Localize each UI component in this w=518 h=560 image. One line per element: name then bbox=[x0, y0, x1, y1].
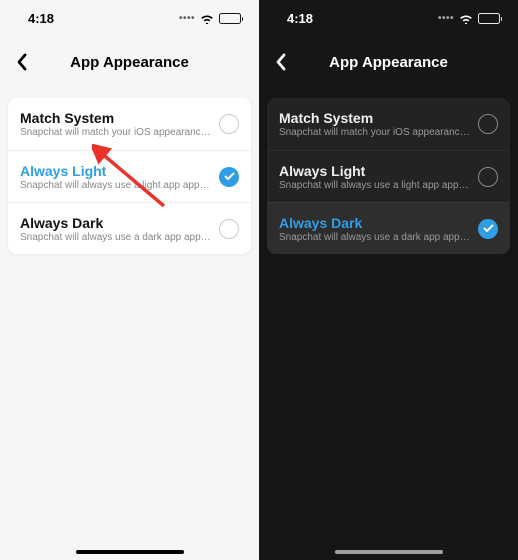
option-subtitle: Snapchat will match your iOS appearance … bbox=[279, 127, 470, 138]
option-always-dark[interactable]: Always Dark Snapchat will always use a d… bbox=[8, 202, 251, 254]
option-title: Match System bbox=[279, 110, 470, 126]
nav-header: App Appearance bbox=[0, 42, 259, 82]
option-subtitle: Snapchat will always use a light app app… bbox=[20, 180, 211, 191]
status-bar: 4:18 •••• bbox=[0, 0, 259, 36]
nav-header: App Appearance bbox=[259, 42, 518, 82]
radio-selected-icon[interactable] bbox=[478, 219, 498, 239]
option-title: Always Dark bbox=[279, 215, 470, 231]
home-indicator[interactable] bbox=[76, 550, 184, 554]
appearance-options-list: Match System Snapchat will match your iO… bbox=[8, 98, 251, 254]
radio-unselected-icon[interactable] bbox=[478, 114, 498, 134]
wifi-icon bbox=[459, 13, 473, 24]
page-title: App Appearance bbox=[303, 54, 518, 71]
option-always-dark[interactable]: Always Dark Snapchat will always use a d… bbox=[267, 202, 510, 254]
appearance-options-list: Match System Snapchat will match your iO… bbox=[267, 98, 510, 254]
status-right: •••• bbox=[438, 13, 500, 24]
option-match-system[interactable]: Match System Snapchat will match your iO… bbox=[8, 98, 251, 150]
status-time: 4:18 bbox=[28, 11, 54, 26]
option-match-system[interactable]: Match System Snapchat will match your iO… bbox=[267, 98, 510, 150]
page-title: App Appearance bbox=[44, 54, 259, 71]
option-always-light[interactable]: Always Light Snapchat will always use a … bbox=[8, 150, 251, 202]
phone-light: 4:18 •••• App Appearance Match System Sn… bbox=[0, 0, 259, 560]
battery-icon bbox=[478, 13, 500, 24]
status-right: •••• bbox=[179, 13, 241, 24]
status-bar: 4:18 •••• bbox=[259, 0, 518, 36]
battery-icon bbox=[219, 13, 241, 24]
radio-selected-icon[interactable] bbox=[219, 167, 239, 187]
option-subtitle: Snapchat will match your iOS appearance … bbox=[20, 127, 211, 138]
option-subtitle: Snapchat will always use a dark app appe… bbox=[279, 232, 470, 243]
back-button[interactable] bbox=[259, 53, 303, 71]
option-subtitle: Snapchat will always use a light app app… bbox=[279, 180, 470, 191]
radio-unselected-icon[interactable] bbox=[478, 167, 498, 187]
home-indicator[interactable] bbox=[335, 550, 443, 554]
phone-dark: 4:18 •••• App Appearance Match System Sn… bbox=[259, 0, 518, 560]
option-subtitle: Snapchat will always use a dark app appe… bbox=[20, 232, 211, 243]
back-button[interactable] bbox=[0, 53, 44, 71]
status-time: 4:18 bbox=[287, 11, 313, 26]
option-title: Always Light bbox=[279, 163, 470, 179]
option-always-light[interactable]: Always Light Snapchat will always use a … bbox=[267, 150, 510, 202]
option-title: Always Dark bbox=[20, 215, 211, 231]
option-title: Always Light bbox=[20, 163, 211, 179]
wifi-icon bbox=[200, 13, 214, 24]
cellular-icon: •••• bbox=[438, 13, 454, 24]
radio-unselected-icon[interactable] bbox=[219, 114, 239, 134]
cellular-icon: •••• bbox=[179, 13, 195, 24]
radio-unselected-icon[interactable] bbox=[219, 219, 239, 239]
option-title: Match System bbox=[20, 110, 211, 126]
